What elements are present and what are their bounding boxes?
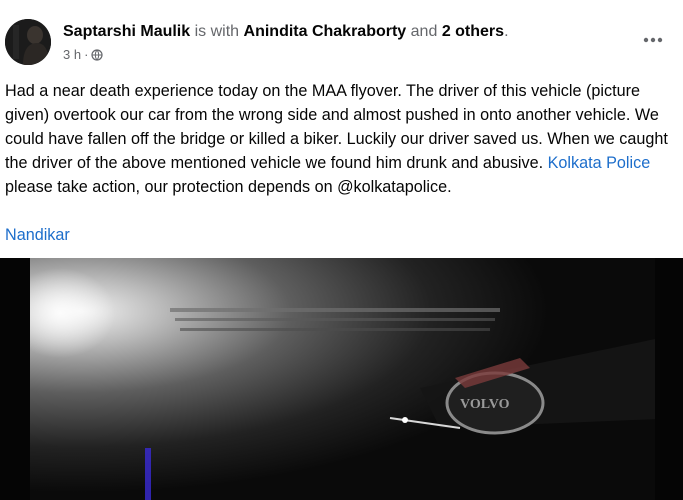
and-text: and [410, 23, 438, 40]
mention-link[interactable]: Kolkata Police [548, 154, 651, 172]
volvo-badge-text: VOLVO [460, 397, 510, 412]
profile-picture [5, 19, 51, 65]
tagged-others-link[interactable]: 2 others [442, 23, 504, 40]
post-header: Saptarshi Maulik is with Anindita Chakra… [0, 0, 683, 76]
tagged-person[interactable]: Anindita Chakraborty [244, 23, 407, 40]
avatar[interactable] [5, 19, 51, 65]
with-text: is with [194, 23, 240, 40]
author-name[interactable]: Saptarshi Maulik [63, 23, 190, 40]
more-options-icon [643, 37, 663, 43]
post-body-text-end: please take action, our protection depen… [5, 178, 452, 196]
author-line: Saptarshi Maulik is with Anindita Chakra… [63, 22, 509, 42]
globe-icon[interactable] [91, 49, 104, 61]
header-period: . [504, 23, 509, 40]
location-link[interactable]: Nandikar [5, 223, 70, 247]
post-body-paragraph: Had a near death experience today on the… [5, 79, 677, 199]
post-body: Had a near death experience today on the… [5, 79, 677, 199]
post-meta: 3 h · [63, 47, 104, 63]
meta-separator: · [84, 47, 89, 62]
vehicle-photo: VOLVO [0, 258, 683, 500]
timestamp[interactable]: 3 h [63, 47, 81, 63]
more-options-button[interactable] [636, 28, 670, 52]
post-photo[interactable]: VOLVO [0, 258, 683, 500]
